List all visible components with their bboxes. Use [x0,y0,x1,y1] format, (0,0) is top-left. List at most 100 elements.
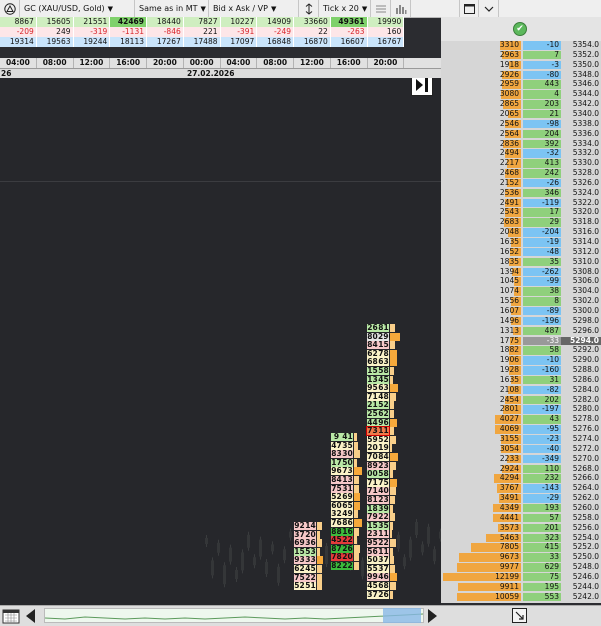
summary-cell: 19563 [36,37,74,47]
ladder-row[interactable]: 2536 346 5324.0 [441,188,601,198]
ladder-row[interactable]: 4349 193 5260.0 [441,503,601,513]
ladder-row[interactable]: 3573 201 5256.0 [441,523,601,533]
ladder-row[interactable]: 9673 33 5250.0 [441,553,601,562]
ladder-row[interactable]: 2454 202 5282.0 [441,395,601,405]
ladder-row[interactable]: 1906 -10 5290.0 [441,356,601,365]
logo-icon[interactable] [0,0,20,17]
calendar-icon[interactable] [2,608,20,624]
candle-body [415,522,418,535]
scroll-left-icon[interactable] [26,609,35,623]
ladder-row[interactable]: 2152 -26 5326.0 [441,178,601,188]
ladder-row[interactable]: 1074 38 5304.0 [441,287,601,296]
navigator-window[interactable] [383,608,421,623]
ladder-row[interactable]: 2108 -82 5284.0 [441,385,601,395]
ladder-volume: 1906 [499,355,519,365]
symbol-select[interactable]: GC (XAU/USD, Gold) ▼ [20,0,135,17]
check-circle-icon[interactable]: ✔ [513,22,527,36]
ladder-row[interactable]: 4294 232 5266.0 [441,474,601,483]
ladder-row[interactable]: 2564 204 5336.0 [441,129,601,139]
ladder-row[interactable]: 1313 487 5296.0 [441,326,601,336]
ladder-row[interactable]: 1835 35 5310.0 [441,257,601,267]
ladder-row[interactable]: 3054 -40 5272.0 [441,444,601,454]
ladder-row[interactable]: 3491 -29 5262.0 [441,494,601,503]
ladder-delta: 43 [523,415,561,424]
summary-cell: 21551 [73,17,111,27]
ladder-row[interactable]: 1882 58 5292.0 [441,346,601,355]
ladder-delta: 193 [523,503,561,513]
ladder-delta: -98 [523,119,561,129]
ladder-row[interactable]: 9977 629 5248.0 [441,563,601,572]
ladder-row[interactable]: 1635 31 5286.0 [441,375,601,385]
ladder-row[interactable]: 1775 -33 5294.0 [441,336,601,345]
ladder-row[interactable]: 7805 415 5252.0 [441,543,601,552]
ladder-row[interactable]: 12199 75 5246.0 [441,572,601,582]
window-icon[interactable] [459,0,479,17]
ladder-row[interactable]: 1394 -262 5308.0 [441,267,601,277]
ladder-row[interactable]: 2468 242 5328.0 [441,169,601,178]
ladder-row[interactable]: 4027 43 5278.0 [441,415,601,424]
ladder-delta: -160 [523,366,561,375]
ladder-row[interactable]: 4441 57 5258.0 [441,513,601,523]
lines-icon[interactable] [371,0,391,17]
ladder-row[interactable]: 10059 553 5242.0 [441,592,601,602]
ladder-row[interactable]: 1918 -3 5350.0 [441,60,601,70]
ladder-row[interactable]: 2683 29 5318.0 [441,218,601,227]
ladder-row[interactable]: 1496 -196 5298.0 [441,316,601,326]
time-axis-label: 08:00 [37,58,74,68]
histogram-icon[interactable] [391,0,411,17]
ladder-row[interactable]: 3155 -23 5274.0 [441,434,601,444]
ladder-row[interactable]: 2048 -204 5316.0 [441,228,601,237]
ladder-delta: 29 [523,218,561,227]
bid-volume: 95 [367,538,378,547]
resize-icon[interactable] [512,608,527,623]
ladder-row[interactable]: 2924 110 5268.0 [441,464,601,474]
price-ladder[interactable]: 3310 -10 5354.0 2963 7 5352.0 1918 -3 53… [441,41,601,603]
ladder-row[interactable]: 2926 -80 5348.0 [441,70,601,80]
footprint-volume-bar [390,332,400,341]
scroll-to-end-button[interactable] [411,78,433,96]
ladder-row[interactable]: 2494 -32 5332.0 [441,149,601,158]
ladder-row[interactable]: 3310 -10 5354.0 [441,41,601,50]
ladder-row[interactable]: 2543 17 5320.0 [441,208,601,217]
ladder-delta: 31 [523,375,561,385]
ladder-row[interactable]: 5463 323 5254.0 [441,533,601,542]
ladder-row[interactable]: 1928 -160 5288.0 [441,366,601,375]
ladder-row[interactable]: 1607 -89 5300.0 [441,305,601,316]
ladder-row[interactable]: 2963 7 5352.0 [441,50,601,60]
ladder-row[interactable]: 4069 -95 5276.0 [441,425,601,434]
ladder-row[interactable]: 1045 -99 5306.0 [441,277,601,286]
ladder-volume: 2217 [499,158,519,168]
summary-cell: -249 [257,27,294,37]
tick-scale-select[interactable]: Tick x 20 ▼ [319,0,371,17]
ladder-row[interactable]: 2546 -98 5338.0 [441,119,601,129]
ladder-volume: 1882 [499,345,519,355]
navigator-track[interactable] [44,608,424,623]
ladder-row[interactable]: 2865 203 5342.0 [441,100,601,109]
footprint-volume-bar [390,375,393,384]
ladder-row[interactable]: 9911 195 5244.0 [441,582,601,592]
ladder-row[interactable]: 2233 -349 5270.0 [441,454,601,464]
bid-volume: 52 [294,581,305,591]
ask-volume: 84 [378,452,389,461]
play-icon [416,79,423,91]
timeframe-select[interactable]: Same as in MT ▼ [135,0,209,17]
ladder-row[interactable]: 1635 -19 5314.0 [441,237,601,247]
ladder-row[interactable]: 2801 -197 5280.0 [441,405,601,414]
ladder-row[interactable]: 2491 -119 5322.0 [441,198,601,208]
ladder-row[interactable]: 2836 392 5334.0 [441,139,601,148]
ladder-row[interactable]: 2959 443 5346.0 [441,80,601,89]
ladder-row[interactable]: 1652 -48 5312.0 [441,247,601,257]
ladder-price: 5300.0 [572,305,599,315]
ladder-row[interactable]: 2217 413 5330.0 [441,159,601,168]
footprint-volume-bar [317,573,322,582]
ladder-row[interactable]: 1556 8 5302.0 [441,297,601,306]
cluster-mode-select[interactable]: Bid x Ask / VP ▼ [209,0,299,17]
ladder-row[interactable]: 3080 4 5344.0 [441,90,601,99]
footprint-chart[interactable]: 92 14 37 20 69 36 15 53 93 33 62 45 75 22 52 51 9 41 47 35 8… [0,78,441,605]
ladder-row[interactable]: 2065 21 5340.0 [441,109,601,119]
ladder-row[interactable]: 3767 -143 5264.0 [441,484,601,493]
chevron-down-icon[interactable] [479,0,499,17]
ladder-volume: 2494 [499,148,519,158]
vertical-scale-icon[interactable] [299,0,319,17]
scroll-right-icon[interactable] [428,609,437,623]
